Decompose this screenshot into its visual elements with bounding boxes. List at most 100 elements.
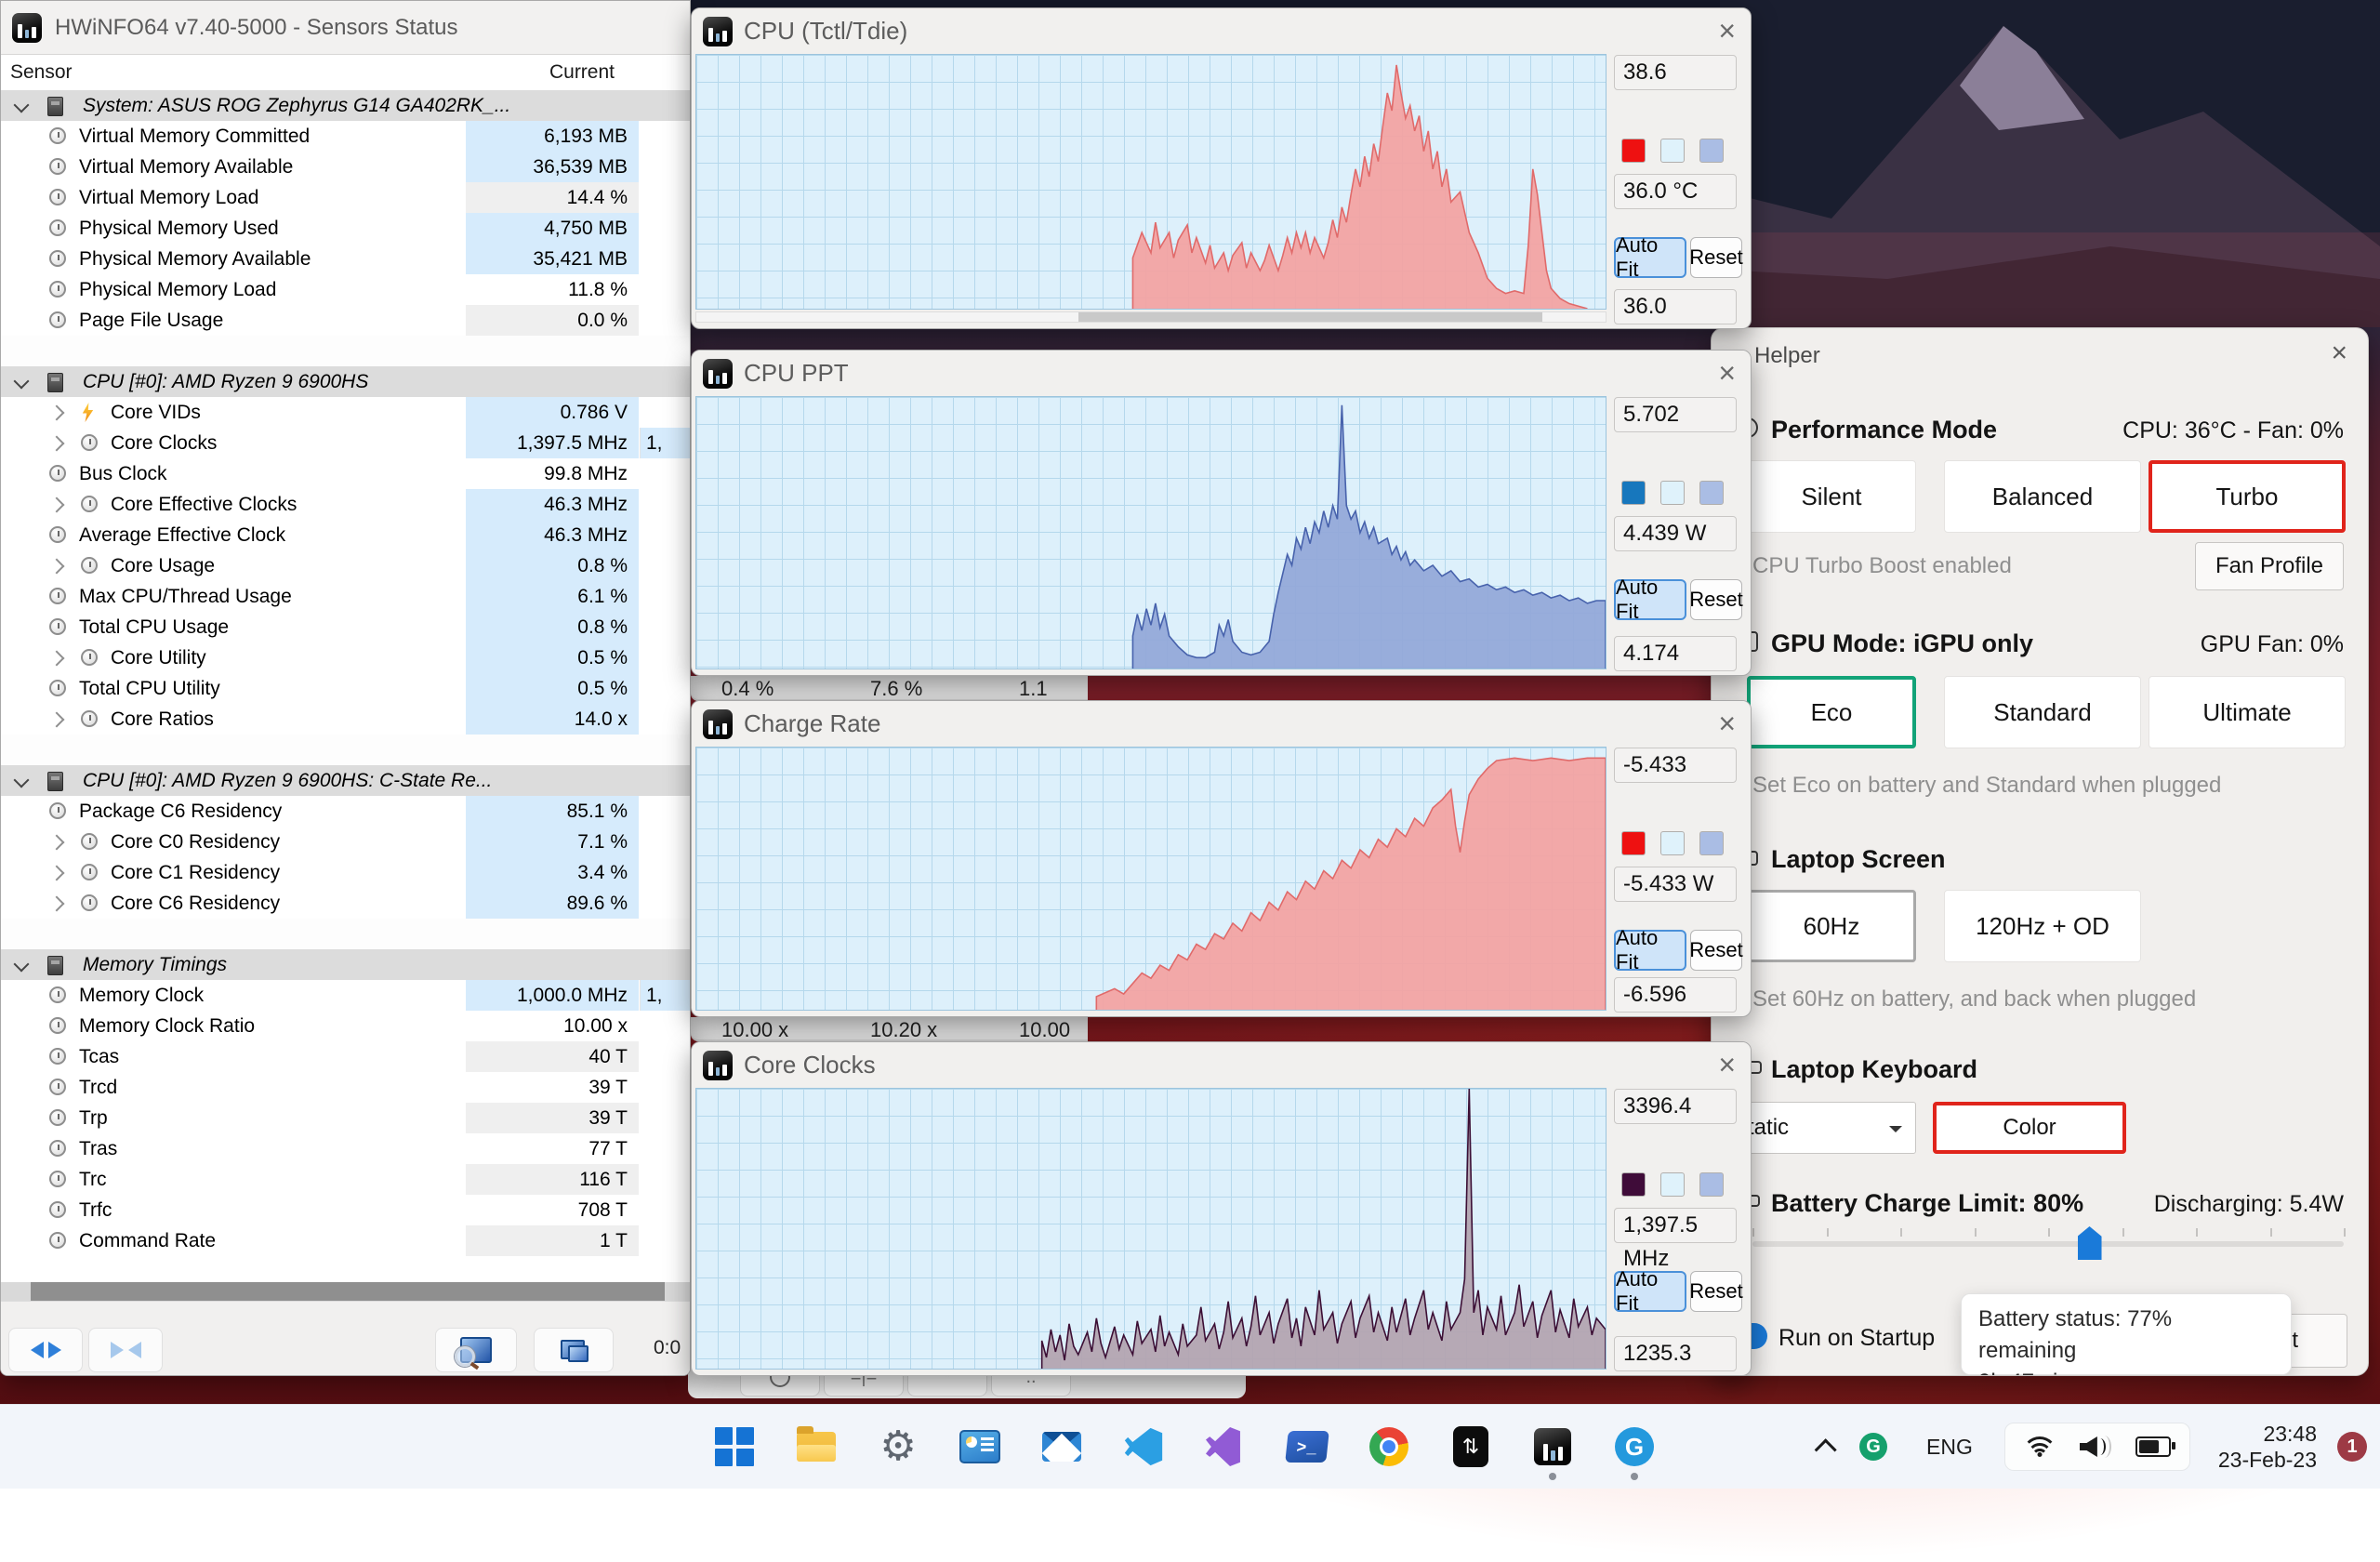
hwinfo-hscrollbar[interactable] [1, 1282, 690, 1301]
chevron-right-icon[interactable] [48, 496, 65, 513]
sensor-row[interactable]: Bus Clock 99.8 MHz [1, 458, 690, 489]
sensor-row[interactable]: Core C1 Residency 3.4 % [1, 857, 690, 888]
sensor-row[interactable]: Core C6 Residency 89.6 % [1, 888, 690, 919]
taskbar-icon-media-app[interactable]: ⇅ [1450, 1426, 1491, 1467]
notification-badge[interactable]: 1 [2337, 1432, 2367, 1462]
sensor-row[interactable]: Core Utility 0.5 % [1, 642, 690, 673]
sensor-row[interactable]: Trfc 708 T [1, 1195, 690, 1225]
reset-button[interactable]: Reset [1689, 930, 1743, 971]
sensor-row[interactable]: Core C0 Residency 7.1 % [1, 827, 690, 857]
close-icon[interactable]: × [1718, 1048, 1736, 1082]
chevron-right-icon[interactable] [48, 834, 65, 851]
sensor-row[interactable]: Total CPU Usage 0.8 % [1, 612, 690, 642]
section-row[interactable]: CPU [#0]: AMD Ryzen 9 6900HS: C-State Re… [1, 765, 690, 796]
taskbar-icon-explorer[interactable] [796, 1426, 837, 1467]
sensor-row[interactable]: Physical Memory Load 11.8 % [1, 274, 690, 305]
battery-limit-slider[interactable] [1752, 1226, 2346, 1260]
color-swatch[interactable] [1699, 1172, 1724, 1197]
color-swatch[interactable] [1621, 1172, 1646, 1197]
sensor-row[interactable]: Core VIDs 0.786 V [1, 397, 690, 428]
close-icon[interactable]: × [1718, 14, 1736, 48]
sensor-row[interactable]: Max CPU/Thread Usage 6.1 % [1, 581, 690, 612]
chevron-right-icon[interactable] [48, 650, 65, 667]
chevron-right-icon[interactable] [48, 711, 65, 728]
collapse-columns-button[interactable] [88, 1328, 163, 1372]
fan-profile-button[interactable]: Fan Profile [2195, 542, 2344, 590]
reset-button[interactable]: Reset [1689, 237, 1743, 278]
color-swatch[interactable] [1660, 139, 1685, 163]
gpu-standard-button[interactable]: Standard [1944, 676, 2141, 748]
sensor-row[interactable]: Virtual Memory Load 14.4 % [1, 182, 690, 213]
gpu-ultimate-button[interactable]: Ultimate [2149, 676, 2346, 748]
graph-hscrollbar[interactable] [695, 311, 1606, 323]
tray-chevron-up-icon[interactable] [1814, 1437, 1837, 1461]
taskbar-icon-system-monitor[interactable] [959, 1426, 1000, 1467]
expand-columns-button[interactable] [8, 1328, 83, 1372]
auto-fit-button[interactable]: Auto Fit [1614, 1267, 1686, 1315]
grammarly-tray-icon[interactable]: G [1859, 1433, 1888, 1461]
taskbar-icon-powershell[interactable]: >_ [1285, 1426, 1329, 1467]
sensor-row[interactable]: Physical Memory Used 4,750 MB [1, 213, 690, 244]
color-swatch[interactable] [1660, 831, 1685, 855]
auto-fit-button[interactable]: Auto Fit [1614, 926, 1686, 973]
sensor-row[interactable]: Virtual Memory Available 36,539 MB [1, 152, 690, 182]
column-current[interactable]: Current [1, 61, 615, 84]
remote-monitor-button[interactable] [534, 1328, 614, 1372]
graph-titlebar[interactable]: Core Clocks [692, 1042, 1751, 1088]
taskbar-icon-hwinfo[interactable] [1532, 1426, 1573, 1480]
section-row[interactable]: Memory Timings [1, 949, 690, 980]
chevron-down-icon[interactable] [13, 97, 30, 113]
sensor-row[interactable]: Trc 116 T [1, 1164, 690, 1195]
screen-120hz-button[interactable]: 120Hz + OD [1944, 890, 2141, 962]
sensor-row[interactable]: Package C6 Residency 85.1 % [1, 796, 690, 827]
color-swatch[interactable] [1699, 139, 1724, 163]
sensor-row[interactable]: Memory Clock Ratio 10.00 x [1, 1011, 690, 1041]
chevron-down-icon[interactable] [13, 373, 30, 390]
close-icon[interactable]: × [1718, 356, 1736, 390]
auto-fit-button[interactable]: Auto Fit [1614, 233, 1686, 281]
clock[interactable]: 23:48 23-Feb-23 [2218, 1421, 2317, 1473]
taskbar-icon-start[interactable] [714, 1426, 755, 1467]
taskbar-icon-settings[interactable]: ⚙ [878, 1426, 919, 1467]
color-swatch[interactable] [1621, 481, 1646, 505]
gpu-eco-button[interactable]: Eco [1747, 676, 1916, 748]
section-row[interactable]: System: ASUS ROG Zephyrus G14 GA402RK_..… [1, 90, 690, 121]
sensor-row[interactable]: Trcd 39 T [1, 1072, 690, 1103]
chevron-right-icon[interactable] [48, 435, 65, 452]
sensor-row[interactable]: Core Clocks 1,397.5 MHz 1, [1, 428, 690, 458]
perf-turbo-button[interactable]: Turbo [2149, 460, 2346, 533]
taskbar-icon-visual-studio[interactable] [1205, 1426, 1246, 1467]
section-row[interactable]: CPU [#0]: AMD Ryzen 9 6900HS [1, 366, 690, 397]
taskbar-icon-chrome[interactable] [1368, 1426, 1409, 1467]
tray-status-pill[interactable] [2003, 1423, 2190, 1471]
sensor-row[interactable]: Core Effective Clocks 46.3 MHz [1, 489, 690, 520]
color-swatch[interactable] [1660, 1172, 1685, 1197]
sensor-row[interactable]: Command Rate 1 T [1, 1225, 690, 1256]
sensor-row[interactable]: Average Effective Clock 46.3 MHz [1, 520, 690, 550]
sensor-row[interactable]: Tras 77 T [1, 1133, 690, 1164]
close-icon[interactable]: × [1718, 707, 1736, 741]
sensor-row[interactable]: Tcas 40 T [1, 1041, 690, 1072]
taskbar-icon-mail[interactable] [1041, 1426, 1082, 1467]
color-swatch[interactable] [1699, 831, 1724, 855]
graph-titlebar[interactable]: CPU (Tctl/Tdie) [692, 8, 1751, 54]
auto-fit-button[interactable]: Auto Fit [1614, 576, 1686, 623]
graph-titlebar[interactable]: CPU PPT [692, 351, 1751, 396]
chevron-right-icon[interactable] [48, 558, 65, 575]
keyboard-color-button[interactable]: Color [1933, 1102, 2126, 1154]
taskbar-icon-vscode[interactable] [1123, 1426, 1164, 1467]
sensor-row[interactable]: Core Ratios 14.0 x [1, 704, 690, 735]
screen-60hz-button[interactable]: 60Hz [1747, 890, 1916, 962]
chevron-right-icon[interactable] [48, 404, 65, 421]
color-swatch[interactable] [1660, 481, 1685, 505]
sensor-row[interactable]: Core Usage 0.8 % [1, 550, 690, 581]
sensor-row[interactable]: Page File Usage 0.0 % [1, 305, 690, 336]
close-icon[interactable]: × [2331, 338, 2347, 369]
sensor-row[interactable]: Trp 39 T [1, 1103, 690, 1133]
chevron-down-icon[interactable] [13, 772, 30, 788]
perf-balanced-button[interactable]: Balanced [1944, 460, 2141, 533]
sensor-row[interactable]: Memory Clock 1,000.0 MHz 1, [1, 980, 690, 1011]
graph-titlebar[interactable]: Charge Rate [692, 701, 1751, 747]
language-indicator[interactable]: ENG [1926, 1435, 1973, 1460]
reset-button[interactable]: Reset [1689, 579, 1743, 620]
